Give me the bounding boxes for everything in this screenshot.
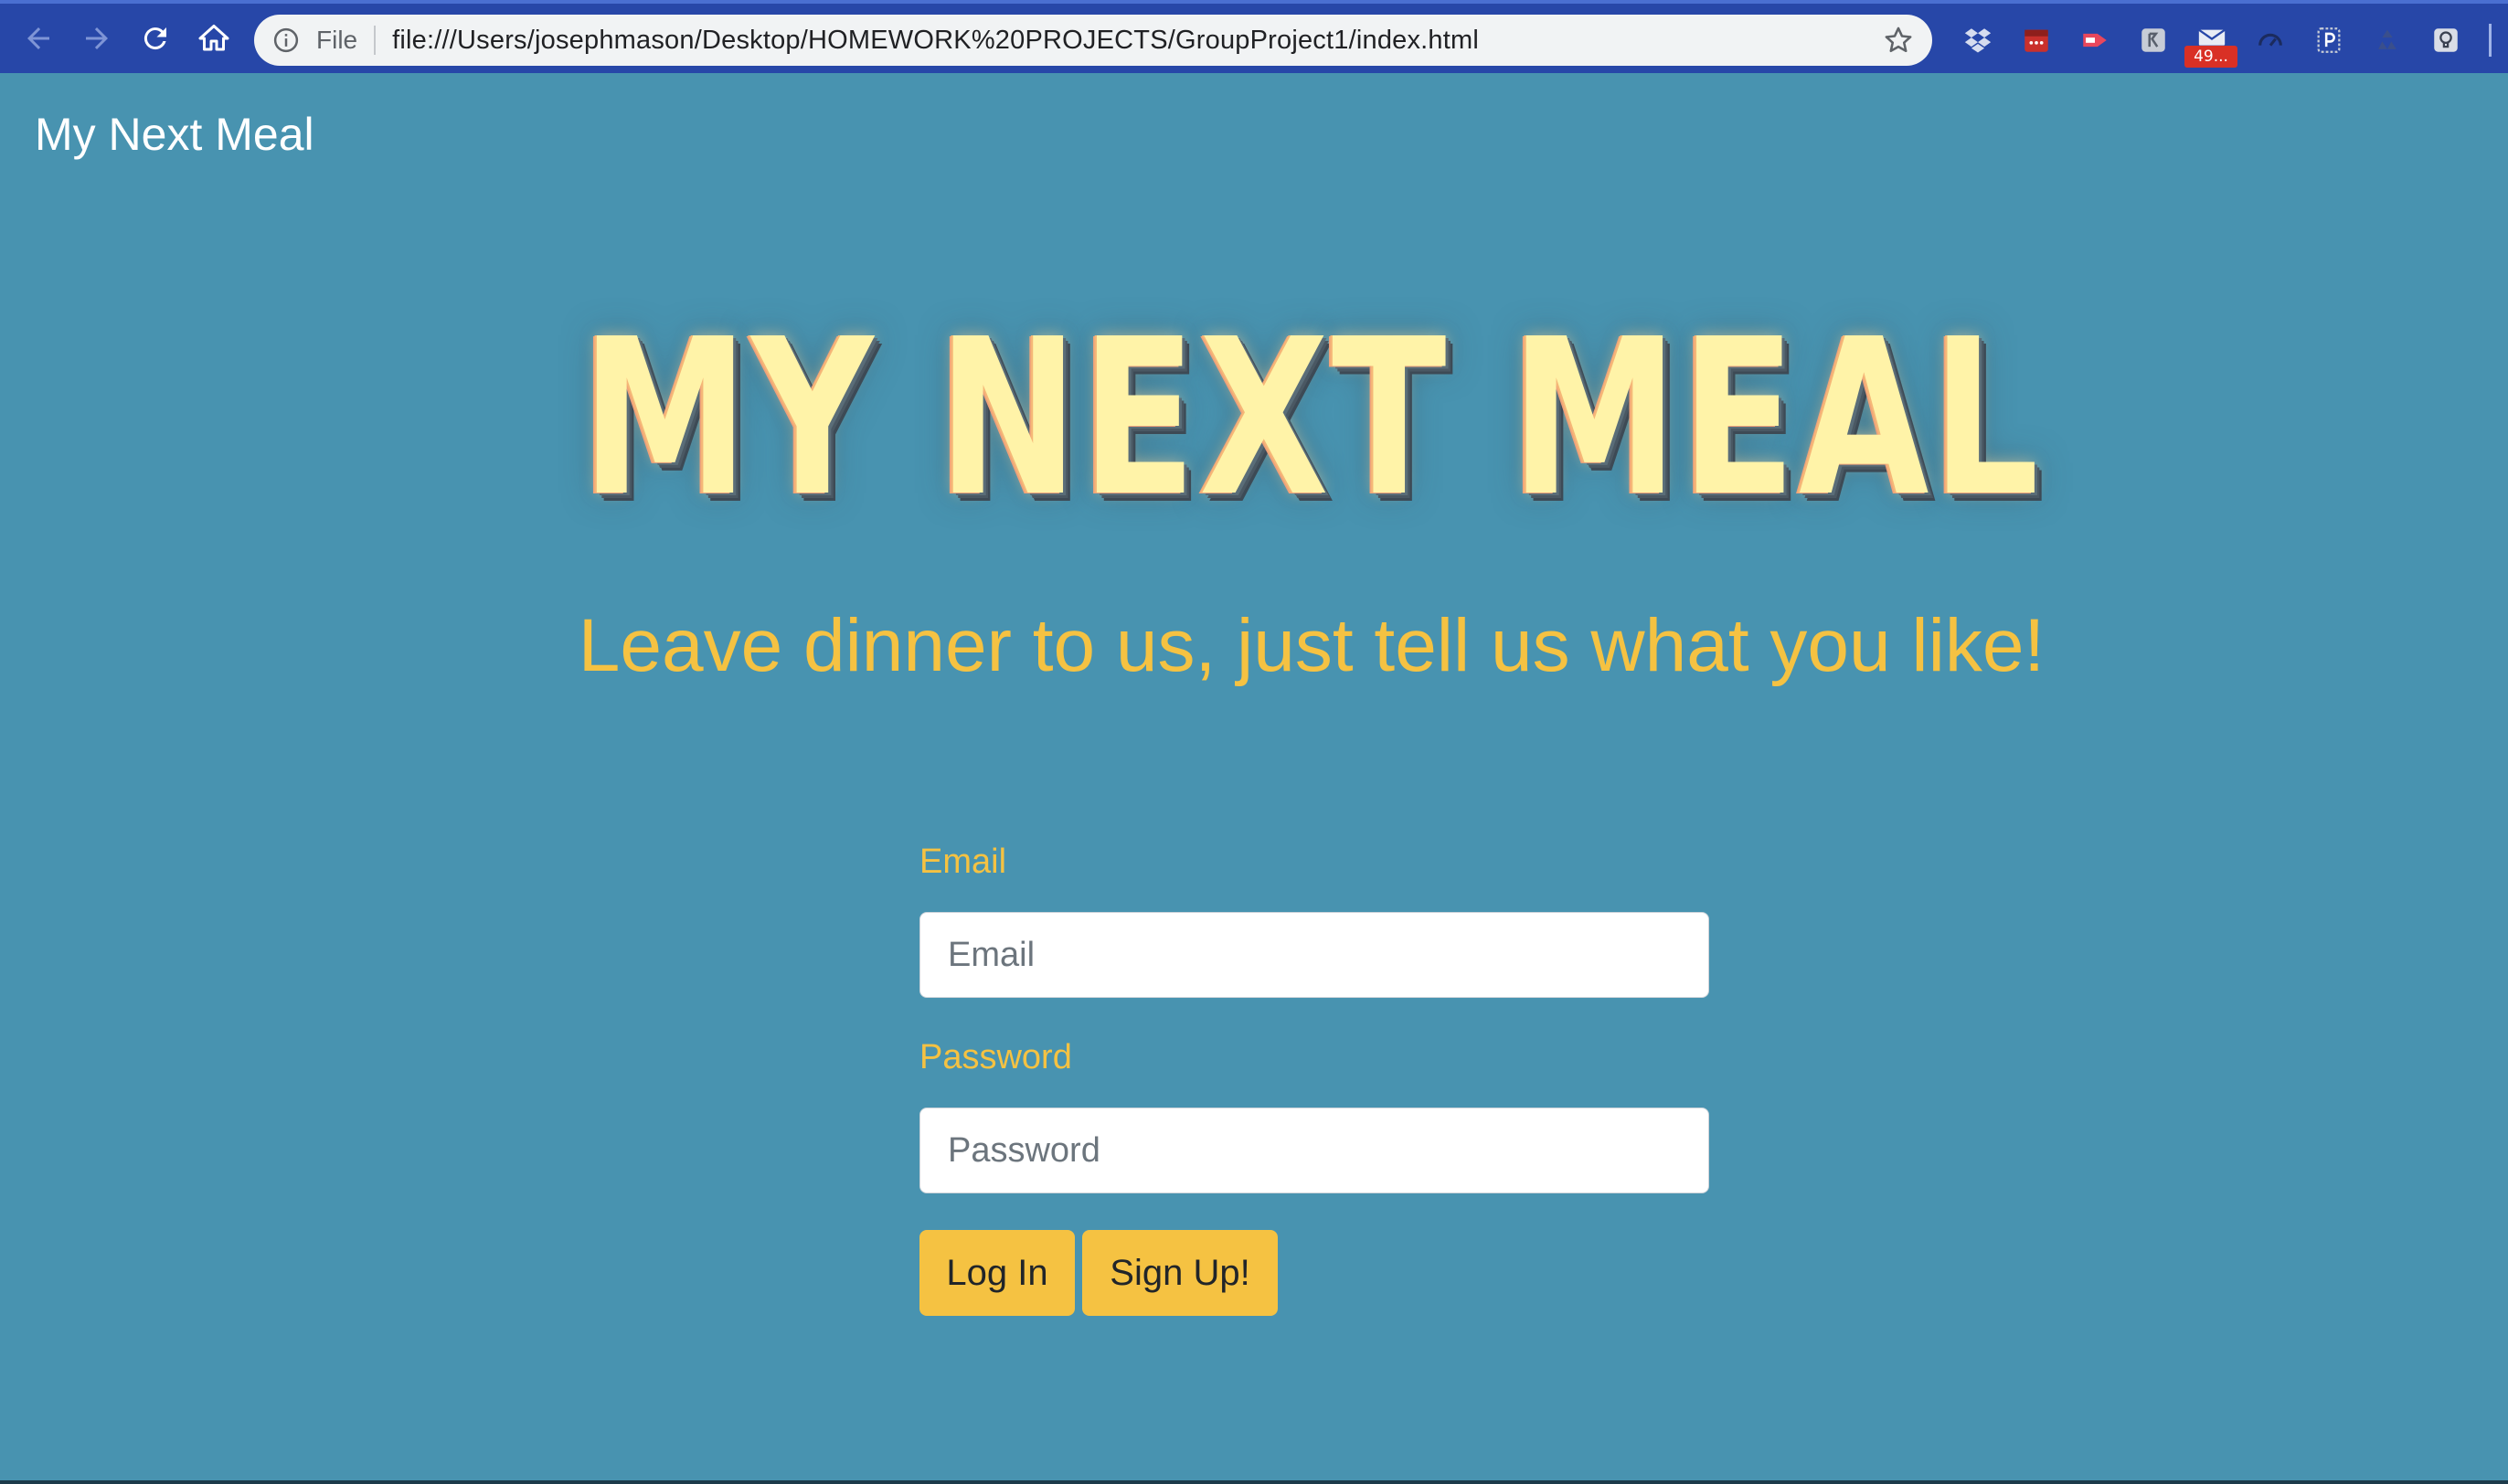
mail-count-badge: 49... xyxy=(2184,46,2237,68)
pocket-extension-icon[interactable] xyxy=(2312,24,2345,57)
navbar-brand[interactable]: My Next Meal xyxy=(35,108,314,161)
reload-icon[interactable] xyxy=(135,18,175,58)
hero-title: MY NEXT MEAL xyxy=(580,292,2043,544)
calendar-extension-icon[interactable] xyxy=(2020,24,2053,57)
home-icon[interactable] xyxy=(194,18,234,58)
star-icon[interactable] xyxy=(1883,25,1914,56)
translate-extension-icon[interactable] xyxy=(2137,24,2170,57)
speed-extension-icon[interactable] xyxy=(2254,24,2287,57)
email-field[interactable] xyxy=(919,912,1709,998)
page-bottom-edge xyxy=(0,1480,2508,1484)
email-label: Email xyxy=(919,843,1007,881)
dropbox-icon[interactable] xyxy=(1961,24,1994,57)
hero-tagline: Leave dinner to us, just tell us what yo… xyxy=(578,604,2046,687)
toolbar-edge xyxy=(2489,24,2492,57)
browser-toolbar: File file:///Users/josephmason/Desktop/H… xyxy=(0,0,2508,73)
recycle-extension-icon[interactable] xyxy=(2371,24,2404,57)
screencast-extension-icon[interactable] xyxy=(2078,24,2111,57)
info-icon[interactable] xyxy=(272,26,300,54)
file-scheme-label: File xyxy=(316,26,358,54)
password-field[interactable] xyxy=(919,1108,1709,1193)
back-arrow-icon[interactable] xyxy=(18,18,58,58)
lightbulb-extension-icon[interactable] xyxy=(2429,24,2462,57)
omnibox-divider xyxy=(374,26,377,55)
password-label: Password xyxy=(919,1038,1072,1076)
address-bar[interactable]: File file:///Users/josephmason/Desktop/H… xyxy=(254,15,1932,66)
signup-button[interactable]: Sign Up! xyxy=(1082,1230,1278,1316)
url-text[interactable]: file:///Users/josephmason/Desktop/HOMEWO… xyxy=(392,26,1883,56)
login-button[interactable]: Log In xyxy=(919,1230,1075,1316)
forward-arrow-icon[interactable] xyxy=(77,18,117,58)
